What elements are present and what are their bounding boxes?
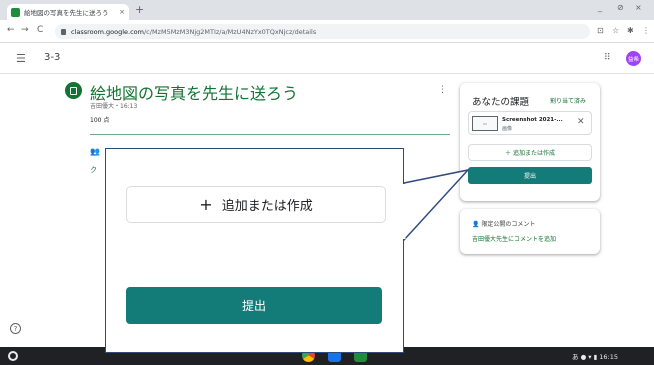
- classroom-header: ☰ 3-3 ⠿ 益希: [0, 43, 654, 74]
- minimize-icon[interactable]: _: [598, 3, 602, 12]
- clock: 16:15: [599, 353, 619, 361]
- reload-icon[interactable]: C: [37, 25, 43, 35]
- person-icon: 👤: [472, 221, 482, 228]
- browser-tabstrip: 絵地図の写真を先生に送ろう × + _ ⊘ ×: [0, 0, 654, 20]
- browser-toolbar: ← → C classroom.google.com/c/MzM5MzM3Njg…: [0, 20, 654, 43]
- restore-icon[interactable]: ⊘: [617, 3, 624, 12]
- assignment-icon: [65, 82, 82, 99]
- apps-grid-icon[interactable]: ⠿: [604, 53, 611, 63]
- attachment-item[interactable]: ▭ Screenshot 2021-... 画像 ✕: [468, 111, 592, 135]
- submit-button[interactable]: 提出: [468, 167, 592, 184]
- add-or-create-button[interactable]: ＋ 追加または作成: [468, 144, 592, 161]
- assignment-points: 100 点: [90, 117, 110, 124]
- forward-icon[interactable]: →: [21, 25, 29, 35]
- class-name[interactable]: 3-3: [44, 52, 60, 63]
- back-icon[interactable]: ←: [7, 25, 15, 35]
- your-work-card: あなたの課題 割り当て済み ▭ Screenshot 2021-... 画像 ✕…: [460, 83, 600, 201]
- status-badge: 割り当て済み: [550, 98, 587, 105]
- class-comment-link[interactable]: ク: [90, 165, 97, 175]
- url-text: classroom.google.com/c/MzM5MzM3Njg2MTIz/…: [71, 27, 317, 36]
- callout-submit-button[interactable]: 提出: [126, 287, 382, 324]
- class-comments-icon: 👥: [90, 147, 100, 156]
- assignment-meta: 吉田優大・16:13: [90, 103, 138, 110]
- classroom-favicon-icon: [11, 7, 20, 17]
- system-tray[interactable]: あ ● ▾ ▮ 16:15: [572, 351, 618, 361]
- launcher-icon[interactable]: [8, 351, 18, 361]
- menu-dots-icon[interactable]: ⋮: [642, 26, 650, 35]
- zoom-callout: + 追加または作成 提出: [105, 148, 404, 353]
- address-bar[interactable]: classroom.google.com/c/MzM5MzM3Njg2MTIz/…: [55, 24, 590, 39]
- translate-icon[interactable]: ⊡: [597, 26, 604, 35]
- remove-attachment-icon[interactable]: ✕: [577, 117, 585, 127]
- add-private-comment-link[interactable]: 吉田優大先生にコメントを追加: [472, 234, 556, 243]
- divider: [90, 134, 450, 135]
- your-work-title: あなたの課題: [472, 97, 530, 108]
- new-tab-button[interactable]: +: [135, 4, 144, 16]
- tray-icons: あ ● ▾ ▮: [572, 353, 600, 361]
- more-options-icon[interactable]: ⋮: [438, 85, 447, 95]
- close-window-icon[interactable]: ×: [635, 3, 642, 12]
- hamburger-menu-icon[interactable]: ☰: [16, 52, 26, 65]
- bookmark-star-icon[interactable]: ☆: [612, 26, 619, 35]
- help-icon[interactable]: ?: [10, 323, 21, 334]
- plus-icon: +: [199, 195, 213, 214]
- image-thumbnail-icon: ▭: [472, 116, 498, 131]
- extensions-icon[interactable]: ✱: [627, 26, 634, 35]
- callout-add-label: 追加または作成: [221, 199, 313, 214]
- callout-add-or-create-button[interactable]: + 追加または作成: [126, 186, 386, 223]
- private-comments-title: 👤 限定公開のコメント: [472, 221, 536, 228]
- tab-title: 絵地図の写真を先生に送ろう: [24, 9, 109, 17]
- tab-close-icon[interactable]: ×: [119, 8, 125, 16]
- avatar[interactable]: 益希: [626, 51, 641, 66]
- attachment-type: 画像: [502, 126, 513, 132]
- lock-icon: [61, 28, 66, 35]
- browser-tab[interactable]: 絵地図の写真を先生に送ろう ×: [7, 4, 129, 20]
- private-comments-card: 👤 限定公開のコメント 吉田優大先生にコメントを追加: [460, 209, 600, 254]
- attachment-name: Screenshot 2021-...: [502, 117, 563, 123]
